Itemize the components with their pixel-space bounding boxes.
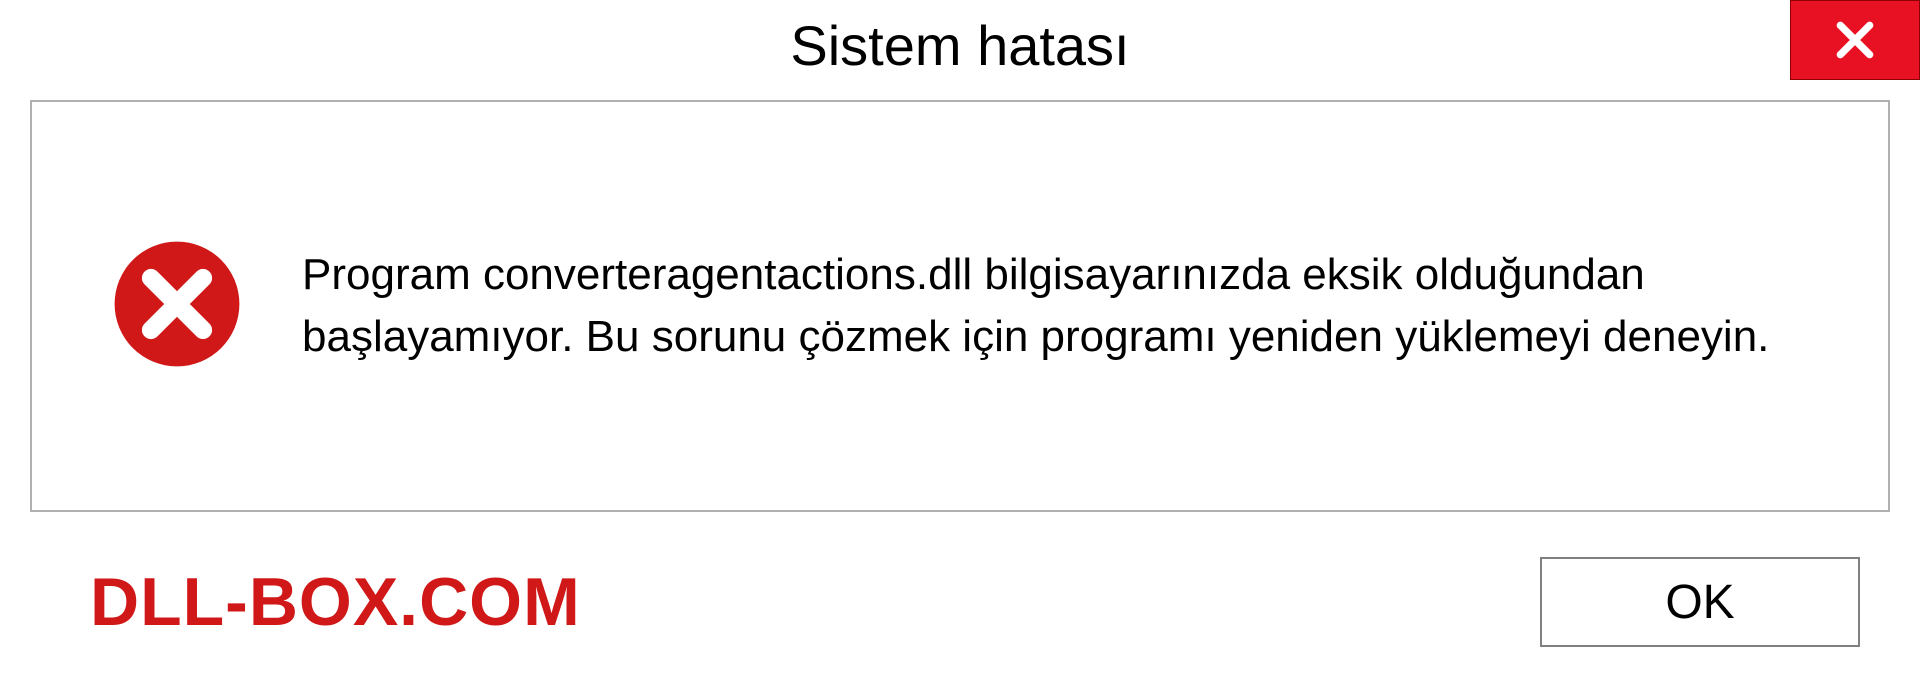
error-dialog: Sistem hatası Program converteragentacti… — [0, 0, 1920, 692]
watermark-text: DLL-BOX.COM — [90, 563, 581, 641]
close-icon — [1833, 18, 1877, 62]
error-icon-wrapper — [112, 239, 242, 374]
content-area: Program converteragentactions.dll bilgis… — [30, 100, 1890, 512]
close-button[interactable] — [1790, 0, 1920, 80]
footer-area: DLL-BOX.COM OK — [30, 532, 1890, 672]
ok-button[interactable]: OK — [1540, 557, 1860, 647]
error-icon — [112, 239, 242, 369]
title-bar: Sistem hatası — [0, 0, 1920, 90]
dialog-title: Sistem hatası — [790, 13, 1129, 78]
error-message: Program converteragentactions.dll bilgis… — [302, 244, 1808, 367]
